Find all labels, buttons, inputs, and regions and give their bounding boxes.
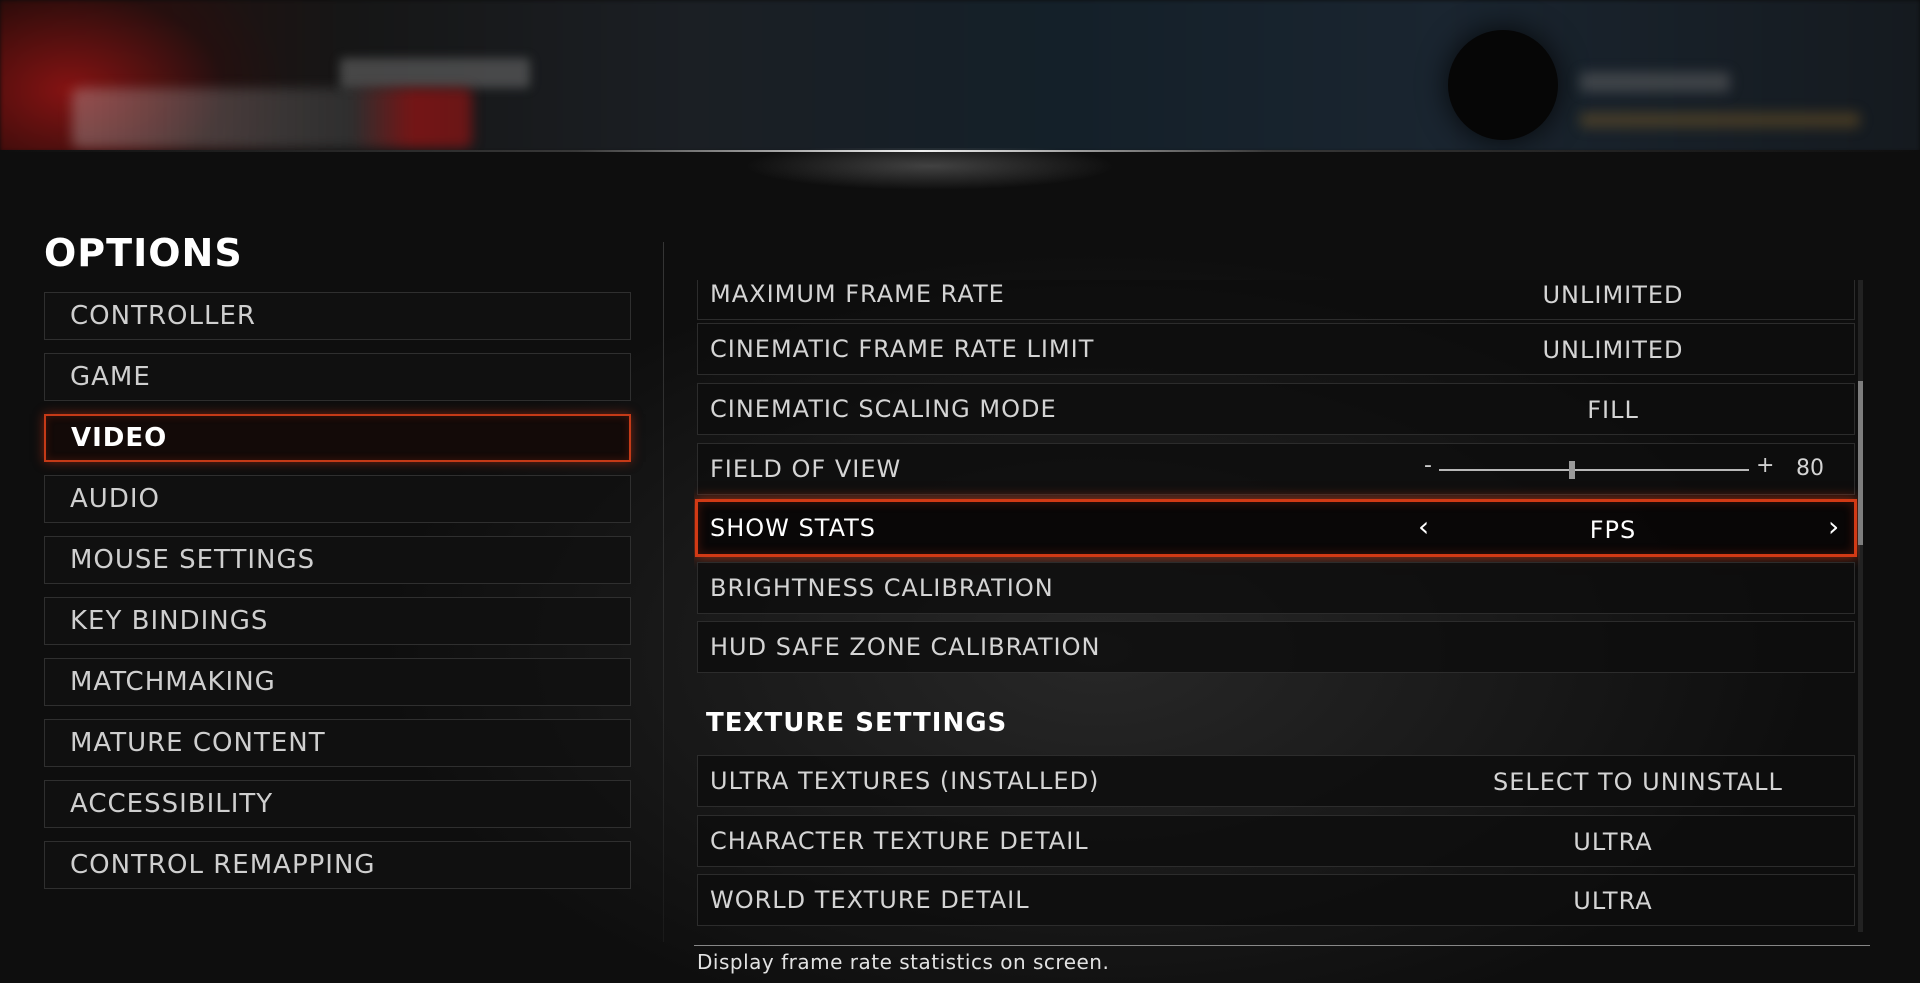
nav-item-accessibility[interactable]: ACCESSIBILITY: [44, 780, 631, 828]
nav-item-game[interactable]: GAME: [44, 353, 631, 401]
nav-item-control-remapping[interactable]: CONTROL REMAPPING: [44, 841, 631, 889]
setting-row-hud-safe-zone-calibration[interactable]: HUD SAFE ZONE CALIBRATION: [697, 621, 1855, 673]
setting-row-field-of-view[interactable]: FIELD OF VIEW - + 80: [697, 443, 1855, 495]
page-title: OPTIONS: [44, 231, 243, 275]
chevron-left-icon[interactable]: ‹: [1418, 510, 1429, 543]
setting-value: UNLIMITED: [1542, 336, 1684, 364]
setting-value: SELECT TO UNINSTALL: [1493, 768, 1783, 796]
setting-label: FIELD OF VIEW: [710, 455, 902, 483]
setting-value: ULTRA: [1573, 887, 1653, 915]
scrollbar-thumb[interactable]: [1858, 381, 1863, 545]
slider-decrease[interactable]: -: [1424, 453, 1432, 478]
fov-slider-track[interactable]: [1439, 469, 1749, 471]
setting-value: ULTRA: [1573, 828, 1653, 856]
video-settings-list: MAXIMUM FRAME RATE UNLIMITED CINEMATIC F…: [694, 280, 1860, 932]
setting-value: UNLIMITED: [1542, 281, 1684, 309]
chevron-right-icon[interactable]: ›: [1828, 510, 1839, 543]
nav-item-audio[interactable]: AUDIO: [44, 475, 631, 523]
setting-row-cinematic-frame-rate-limit[interactable]: CINEMATIC FRAME RATE LIMIT UNLIMITED: [697, 323, 1855, 375]
setting-row-ultra-textures[interactable]: ULTRA TEXTURES (INSTALLED) SELECT TO UNI…: [697, 755, 1855, 807]
setting-label: CINEMATIC SCALING MODE: [710, 395, 1057, 423]
setting-label: CINEMATIC FRAME RATE LIMIT: [710, 335, 1095, 363]
blurred-game-logo: [72, 88, 472, 148]
setting-label: CHARACTER TEXTURE DETAIL: [710, 827, 1089, 855]
panel-top-glow: [700, 148, 1160, 208]
setting-label: SHOW STATS: [710, 514, 877, 542]
column-divider: [663, 242, 664, 942]
nav-item-mature-content[interactable]: MATURE CONTENT: [44, 719, 631, 767]
setting-row-brightness-calibration[interactable]: BRIGHTNESS CALIBRATION: [697, 562, 1855, 614]
setting-row-character-texture-detail[interactable]: CHARACTER TEXTURE DETAIL ULTRA: [697, 815, 1855, 867]
player-avatar: [1448, 30, 1558, 140]
fov-slider-handle[interactable]: [1569, 461, 1576, 479]
setting-row-cinematic-scaling-mode[interactable]: CINEMATIC SCALING MODE FILL: [697, 383, 1855, 435]
setting-label: ULTRA TEXTURES (INSTALLED): [710, 767, 1100, 795]
blurred-logo-tag: [340, 58, 530, 88]
setting-label: HUD SAFE ZONE CALIBRATION: [710, 633, 1101, 661]
setting-description: Display frame rate statistics on screen.: [697, 950, 1110, 974]
blurred-player-name: [1580, 72, 1730, 92]
settings-scrollbar[interactable]: [1858, 280, 1863, 932]
nav-item-video[interactable]: VIDEO: [44, 414, 631, 462]
setting-value: FPS: [1589, 516, 1637, 544]
blurred-player-rank: [1580, 112, 1860, 128]
setting-row-maximum-frame-rate[interactable]: MAXIMUM FRAME RATE UNLIMITED: [697, 280, 1855, 320]
nav-item-matchmaking[interactable]: MATCHMAKING: [44, 658, 631, 706]
setting-row-world-texture-detail[interactable]: WORLD TEXTURE DETAIL ULTRA: [697, 874, 1855, 926]
slider-increase[interactable]: +: [1756, 453, 1774, 478]
nav-item-mouse-settings[interactable]: MOUSE SETTINGS: [44, 536, 631, 584]
nav-item-key-bindings[interactable]: KEY BINDINGS: [44, 597, 631, 645]
section-header-texture-settings: TEXTURE SETTINGS: [706, 708, 1008, 738]
nav-item-controller[interactable]: CONTROLLER: [44, 292, 631, 340]
setting-value: FILL: [1587, 396, 1639, 424]
description-divider: [694, 945, 1870, 946]
setting-label: MAXIMUM FRAME RATE: [710, 280, 1005, 308]
fov-value: 80: [1796, 456, 1824, 481]
setting-row-show-stats[interactable]: SHOW STATS ‹ FPS ›: [695, 499, 1857, 557]
setting-label: BRIGHTNESS CALIBRATION: [710, 574, 1054, 602]
options-nav: CONTROLLER GAME VIDEO AUDIO MOUSE SETTIN…: [44, 292, 631, 902]
setting-label: WORLD TEXTURE DETAIL: [710, 886, 1030, 914]
